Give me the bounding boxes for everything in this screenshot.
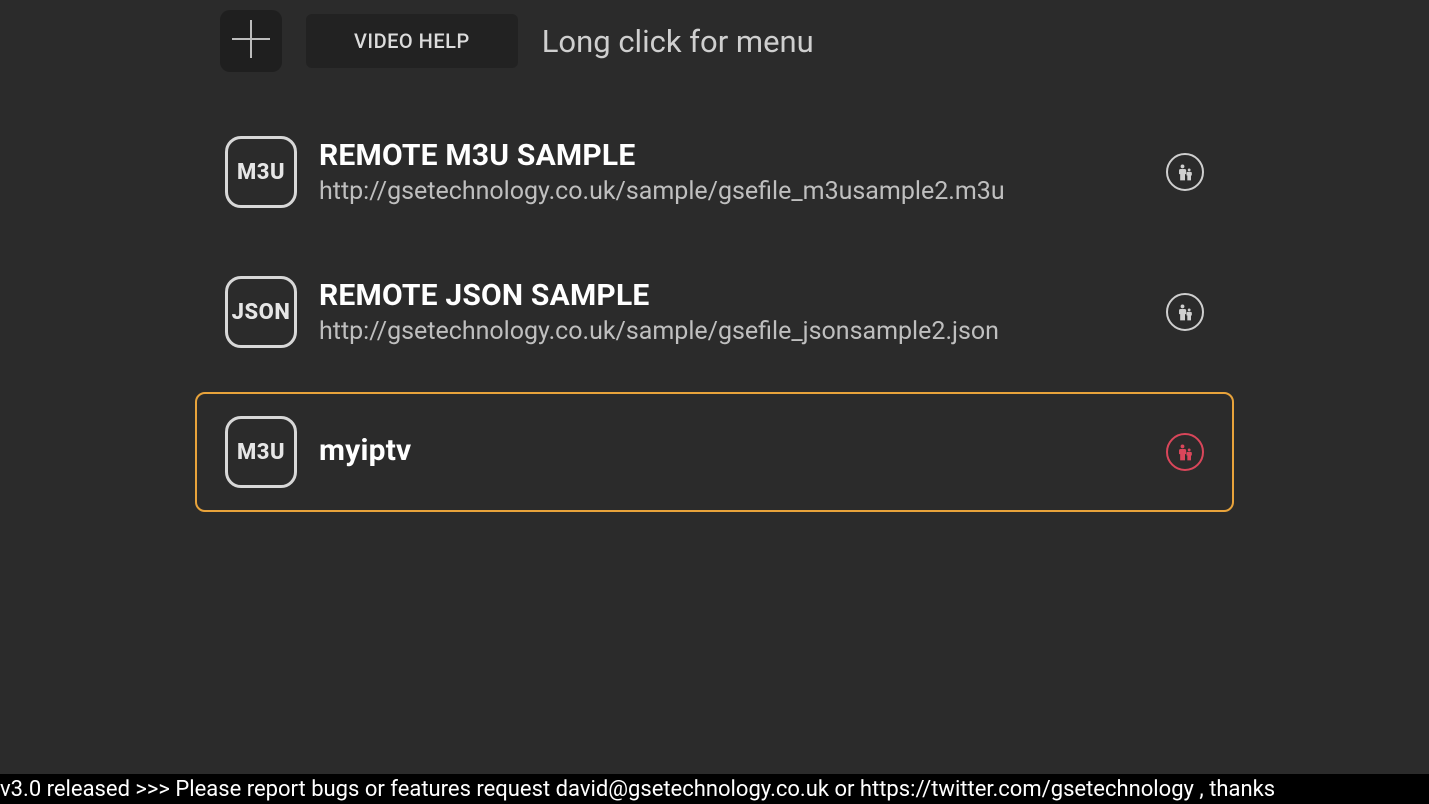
playlist-url: http://gsetechnology.co.uk/sample/gsefil… (319, 317, 1150, 346)
ticker-text: v3.0 released >>> Please report bugs or … (0, 777, 1275, 802)
playlist-list: M3U REMOTE M3U SAMPLE http://gsetechnolo… (0, 112, 1429, 512)
playlist-title: REMOTE M3U SAMPLE (319, 138, 1150, 173)
hint-text: Long click for menu (542, 23, 814, 60)
playlist-item[interactable]: M3U myiptv (195, 392, 1234, 512)
plus-icon (228, 16, 274, 66)
playlist-title: myiptv (319, 433, 1150, 468)
type-badge: M3U (225, 136, 297, 208)
playlist-item[interactable]: M3U REMOTE M3U SAMPLE http://gsetechnolo… (195, 112, 1234, 232)
parental-control-icon[interactable] (1166, 153, 1204, 191)
parental-control-icon[interactable] (1166, 293, 1204, 331)
type-badge: M3U (225, 416, 297, 488)
video-help-button[interactable]: VIDEO HELP (306, 14, 518, 68)
type-badge: JSON (225, 276, 297, 348)
header-row: VIDEO HELP Long click for menu (220, 10, 1429, 72)
playlist-item[interactable]: JSON REMOTE JSON SAMPLE http://gsetechno… (195, 252, 1234, 372)
playlist-text: REMOTE JSON SAMPLE http://gsetechnology.… (319, 278, 1150, 346)
add-playlist-button[interactable] (220, 10, 282, 72)
playlist-text: myiptv (319, 433, 1150, 472)
footer-ticker: v3.0 released >>> Please report bugs or … (0, 774, 1429, 804)
playlist-title: REMOTE JSON SAMPLE (319, 278, 1150, 313)
playlist-url: http://gsetechnology.co.uk/sample/gsefil… (319, 177, 1150, 206)
playlist-text: REMOTE M3U SAMPLE http://gsetechnology.c… (319, 138, 1150, 206)
parental-control-icon[interactable] (1166, 433, 1204, 471)
